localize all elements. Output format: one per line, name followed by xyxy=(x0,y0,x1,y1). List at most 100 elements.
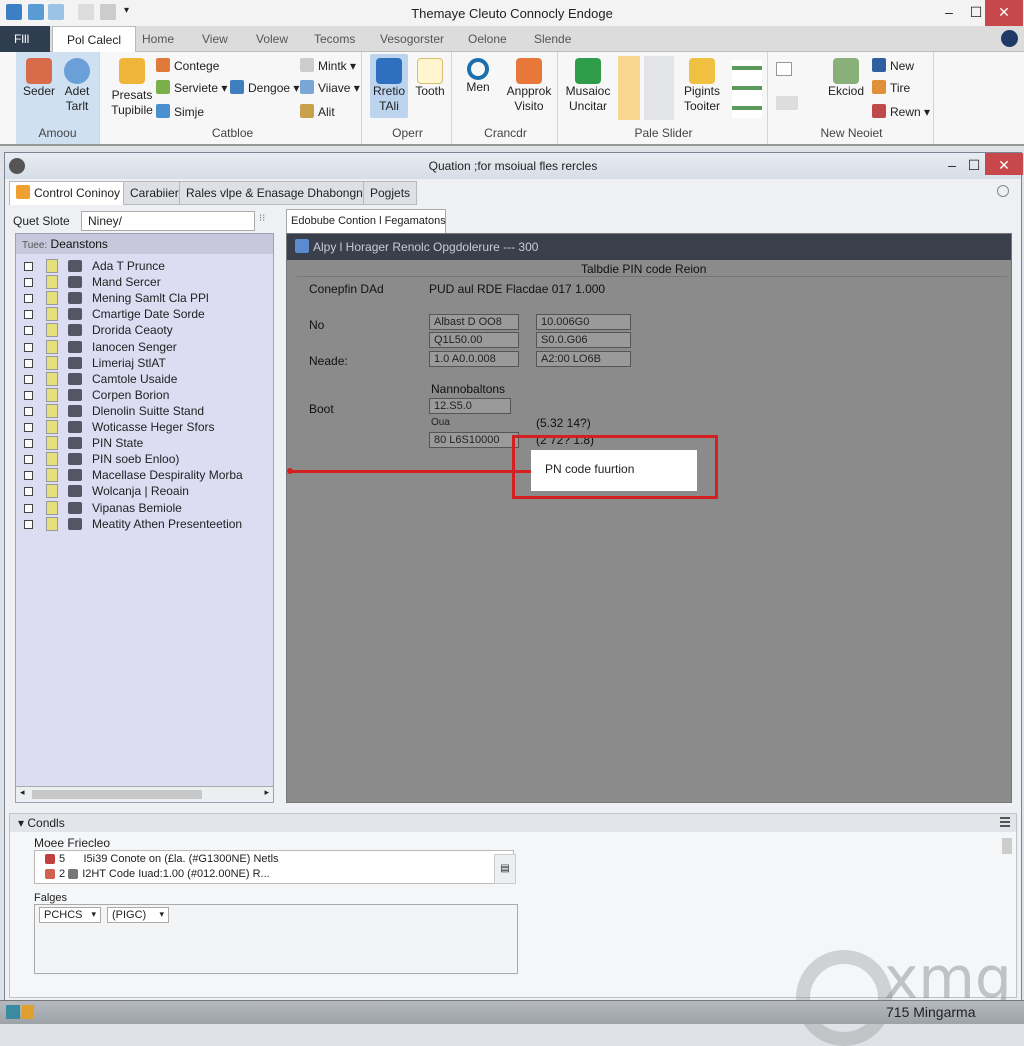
expand-toggle[interactable] xyxy=(24,390,33,400)
serviete-button[interactable]: Serviete ▾ xyxy=(156,80,227,95)
expand-toggle[interactable] xyxy=(24,294,33,304)
expand-toggle[interactable] xyxy=(24,374,33,384)
adet-tarlt-button[interactable]: Adet Tarlt xyxy=(58,58,96,114)
tab-volew[interactable]: Volew xyxy=(242,26,302,52)
field-9[interactable]: 80 L6S10000 xyxy=(429,432,519,448)
expand-toggle[interactable] xyxy=(24,326,33,336)
message-item[interactable]: 2 I2HT Code Iuad:1.00 (#012.00NE) R... xyxy=(45,868,270,880)
scrollbar-thumb[interactable] xyxy=(32,790,202,799)
tab-view[interactable]: View xyxy=(188,26,242,52)
tab-control-coninoy[interactable]: Control Coninoy xyxy=(9,181,128,205)
expand-toggle[interactable] xyxy=(24,423,33,432)
tree-item[interactable]: PIN State xyxy=(16,435,274,451)
shield-tool[interactable] xyxy=(644,56,674,120)
field-4[interactable]: S0.0.G06 xyxy=(536,332,631,348)
expand-toggle[interactable] xyxy=(24,262,33,271)
close-button[interactable]: ✕ xyxy=(985,0,1023,26)
menu-icon[interactable] xyxy=(1000,817,1010,827)
musaioc-button[interactable]: Musaioc Uncitar xyxy=(564,58,612,114)
tree-item[interactable]: Drorida Ceaoty xyxy=(16,322,274,338)
expand-toggle[interactable] xyxy=(24,519,33,529)
tree-item[interactable]: Mening Samlt Cla PPl xyxy=(16,290,274,306)
anpprok-button[interactable]: Anpprok Visito xyxy=(504,58,554,114)
tab-slende[interactable]: Slende xyxy=(520,26,585,52)
message-item[interactable]: 5 I5i39 Conote on (£la. (#G1300NE) Netls xyxy=(45,853,279,865)
expand-toggle[interactable] xyxy=(24,439,33,449)
field-2[interactable]: 10.006G0 xyxy=(536,314,631,330)
condls-header[interactable]: ▾ Condls xyxy=(10,814,1016,832)
tree-item[interactable]: Corpen Borion xyxy=(16,387,274,403)
new-button[interactable]: New xyxy=(872,58,914,73)
tree-item[interactable]: Wolcanja | Reoain xyxy=(16,483,274,499)
rewn-button[interactable]: Rewn ▾ xyxy=(872,104,930,119)
scroll-left-icon[interactable]: ◂ xyxy=(20,787,25,798)
rretio-button[interactable]: Rretio TAli xyxy=(370,54,408,118)
horizontal-scrollbar[interactable]: ◂ ▸ xyxy=(16,786,273,802)
field-7[interactable]: 12.S5.0 xyxy=(429,398,511,414)
viiave-button[interactable]: Viiave ▾ xyxy=(300,80,360,95)
tree-item[interactable]: Macellase Despirality Morba xyxy=(16,467,274,483)
tab-pol-calecl[interactable]: Pol Calecl xyxy=(52,26,137,52)
expand-toggle[interactable] xyxy=(24,487,33,497)
tab-file[interactable]: Flll xyxy=(0,26,50,52)
field-3[interactable]: Q1L50.00 xyxy=(429,332,519,348)
contege-button[interactable]: Contege xyxy=(156,58,219,73)
help-icon[interactable] xyxy=(1001,30,1018,47)
tooth-button[interactable]: Tooth xyxy=(410,58,450,99)
ekciod-button[interactable]: Ekciod xyxy=(826,58,866,99)
inner-close-button[interactable]: ✕ xyxy=(985,153,1023,175)
tree-item[interactable]: PIN soeb Enloo) xyxy=(16,451,274,467)
tree-item[interactable]: Meatity Athen Presenteetion xyxy=(16,516,274,532)
message-action-button[interactable]: ▤ xyxy=(494,854,516,884)
tree-item[interactable]: Vipanas Bemiole xyxy=(16,500,274,516)
list-style-icons[interactable] xyxy=(732,60,762,118)
settings-icon[interactable] xyxy=(997,185,1009,197)
clear-icon[interactable] xyxy=(776,96,798,110)
simje-button[interactable]: Simje xyxy=(156,104,204,119)
expand-toggle[interactable] xyxy=(24,471,33,481)
expand-toggle[interactable] xyxy=(24,455,33,465)
men-button[interactable]: Men xyxy=(460,58,496,95)
dropdown-1[interactable]: PCHCS ▾ xyxy=(39,907,101,923)
expand-toggle[interactable] xyxy=(24,358,33,368)
expand-toggle[interactable] xyxy=(24,503,33,513)
tree-item[interactable]: Ianocen Senger xyxy=(16,339,274,355)
tree-item[interactable]: Dlenolin Suitte Stand xyxy=(16,403,274,419)
tab-oelone[interactable]: Oelone xyxy=(454,26,521,52)
dengoe-button[interactable]: Dengoe ▾ xyxy=(230,80,299,95)
tree-item[interactable]: Camtole Usaide xyxy=(16,371,274,387)
expand-toggle[interactable] xyxy=(24,406,33,416)
search-input[interactable]: Niney/ xyxy=(81,211,255,231)
tree-item[interactable]: Limeriaj StlAT xyxy=(16,355,274,371)
tree-item[interactable]: Ada T Prunce xyxy=(16,258,274,274)
tree-item[interactable]: Cmartige Date Sorde xyxy=(16,306,274,322)
search-options-icon[interactable]: ⁝⁝ xyxy=(259,213,273,227)
expand-toggle[interactable] xyxy=(24,278,33,288)
tab-vesogorster[interactable]: Vesogorster xyxy=(366,26,458,52)
scroll-right-icon[interactable]: ▸ xyxy=(264,787,269,798)
tire-button[interactable]: Tire xyxy=(872,80,910,95)
tab-tecoms[interactable]: Tecoms xyxy=(300,26,369,52)
seder-button[interactable]: Seder xyxy=(22,58,56,99)
tab-pogjets[interactable]: Pogjets xyxy=(363,181,418,205)
tab-home[interactable]: Home xyxy=(128,26,188,52)
field-6[interactable]: A2:00 LO6B xyxy=(536,351,631,367)
expand-toggle[interactable] xyxy=(24,310,33,320)
field-1[interactable]: Albast D OO8 xyxy=(429,314,519,330)
tab-rales[interactable]: Rales vlpe & Enasage Dhabongnis xyxy=(179,181,379,205)
checkbox-dropdown[interactable] xyxy=(776,62,792,76)
folder-icon xyxy=(46,291,58,306)
presats-button[interactable]: Presats Tupibile xyxy=(110,58,154,118)
dropdown-2[interactable]: (PIGC) ▾ xyxy=(107,907,169,923)
mintk-button[interactable]: Mintk ▾ xyxy=(300,58,356,73)
highlight-tool[interactable] xyxy=(618,56,640,120)
field-5[interactable]: 1.0 A0.0.008 xyxy=(429,351,519,367)
tab-carabiier[interactable]: Carabiier xyxy=(123,181,186,205)
tree-item[interactable]: Woticasse Heger Sfors xyxy=(16,419,274,435)
alit-button[interactable]: Alit xyxy=(300,104,335,119)
tree-item[interactable]: Mand Sercer xyxy=(16,274,274,290)
pigints-button[interactable]: Pigints Tooiter xyxy=(678,58,726,114)
expand-toggle[interactable] xyxy=(24,342,33,352)
vertical-scrollbar[interactable] xyxy=(1002,838,1012,854)
tab-edobube[interactable]: Edobube Contion l Fegamatons xyxy=(286,209,446,233)
